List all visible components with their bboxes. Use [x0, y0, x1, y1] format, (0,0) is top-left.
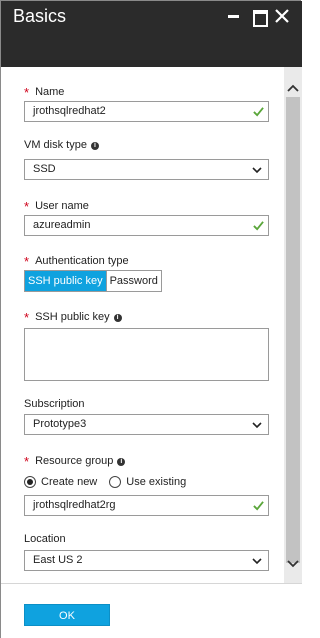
resource-group-label: * Resource group i [24, 452, 126, 469]
maximize-icon[interactable] [250, 7, 268, 27]
ssh-public-key-textarea[interactable] [24, 328, 269, 381]
location-select[interactable]: East US 2 [24, 550, 269, 571]
auth-option-ssh-public-key[interactable]: SSH public key [25, 271, 106, 291]
name-input[interactable]: jrothsqlredhat2 [24, 101, 269, 122]
required-marker: * [24, 85, 30, 100]
chevron-down-icon [252, 167, 262, 174]
scroll-up-icon[interactable] [284, 81, 302, 95]
create-new-label[interactable]: Create new [41, 476, 97, 488]
user-name-input[interactable]: azureadmin [24, 215, 269, 236]
location-label: Location [24, 533, 66, 545]
required-marker: * [24, 310, 30, 325]
valid-check-icon [253, 501, 264, 511]
required-marker: * [24, 199, 30, 214]
valid-check-icon [253, 221, 264, 231]
vm-disk-type-label: VM disk type i [24, 139, 99, 151]
blade-title: Basics [13, 6, 67, 26]
subscription-label: Subscription [24, 398, 85, 410]
name-label: * Name [24, 85, 65, 100]
use-existing-radio[interactable] [109, 476, 122, 488]
authentication-type-toggle: SSH public key Password [24, 270, 162, 292]
create-new-radio[interactable] [24, 476, 36, 488]
blade-header: Basics [1, 1, 302, 67]
info-icon[interactable]: i [113, 314, 122, 322]
scrollbar-thumb[interactable] [286, 97, 300, 563]
ok-button[interactable]: OK [24, 604, 110, 626]
close-icon[interactable] [273, 7, 291, 25]
blade-window: Basics * Name jrothsqlredhat2 VM disk typ… [0, 0, 302, 638]
use-existing-label[interactable]: Use existing [126, 476, 186, 488]
info-icon[interactable]: i [90, 142, 99, 150]
auth-option-password[interactable]: Password [105, 271, 161, 291]
ssh-public-key-label: * SSH public key i [24, 308, 122, 325]
minimize-icon[interactable] [225, 7, 243, 25]
vertical-scrollbar[interactable] [284, 67, 302, 583]
resource-group-radio-row: Create new Use existing [24, 476, 186, 488]
subscription-select[interactable]: Prototype3 [24, 414, 269, 435]
required-marker: * [24, 454, 30, 469]
scroll-down-icon[interactable] [284, 557, 302, 571]
authentication-type-label: * Authentication type [24, 254, 129, 269]
info-icon[interactable]: i [117, 458, 126, 466]
vm-disk-type-select[interactable]: SSD [24, 159, 269, 180]
chevron-down-icon [252, 422, 262, 429]
chevron-down-icon [252, 558, 262, 565]
resource-group-input[interactable]: jrothsqlredhat2rg [24, 495, 269, 516]
user-name-label: * User name [24, 199, 89, 214]
valid-check-icon [253, 107, 264, 117]
blade-footer: OK [1, 583, 302, 638]
required-marker: * [24, 254, 30, 269]
